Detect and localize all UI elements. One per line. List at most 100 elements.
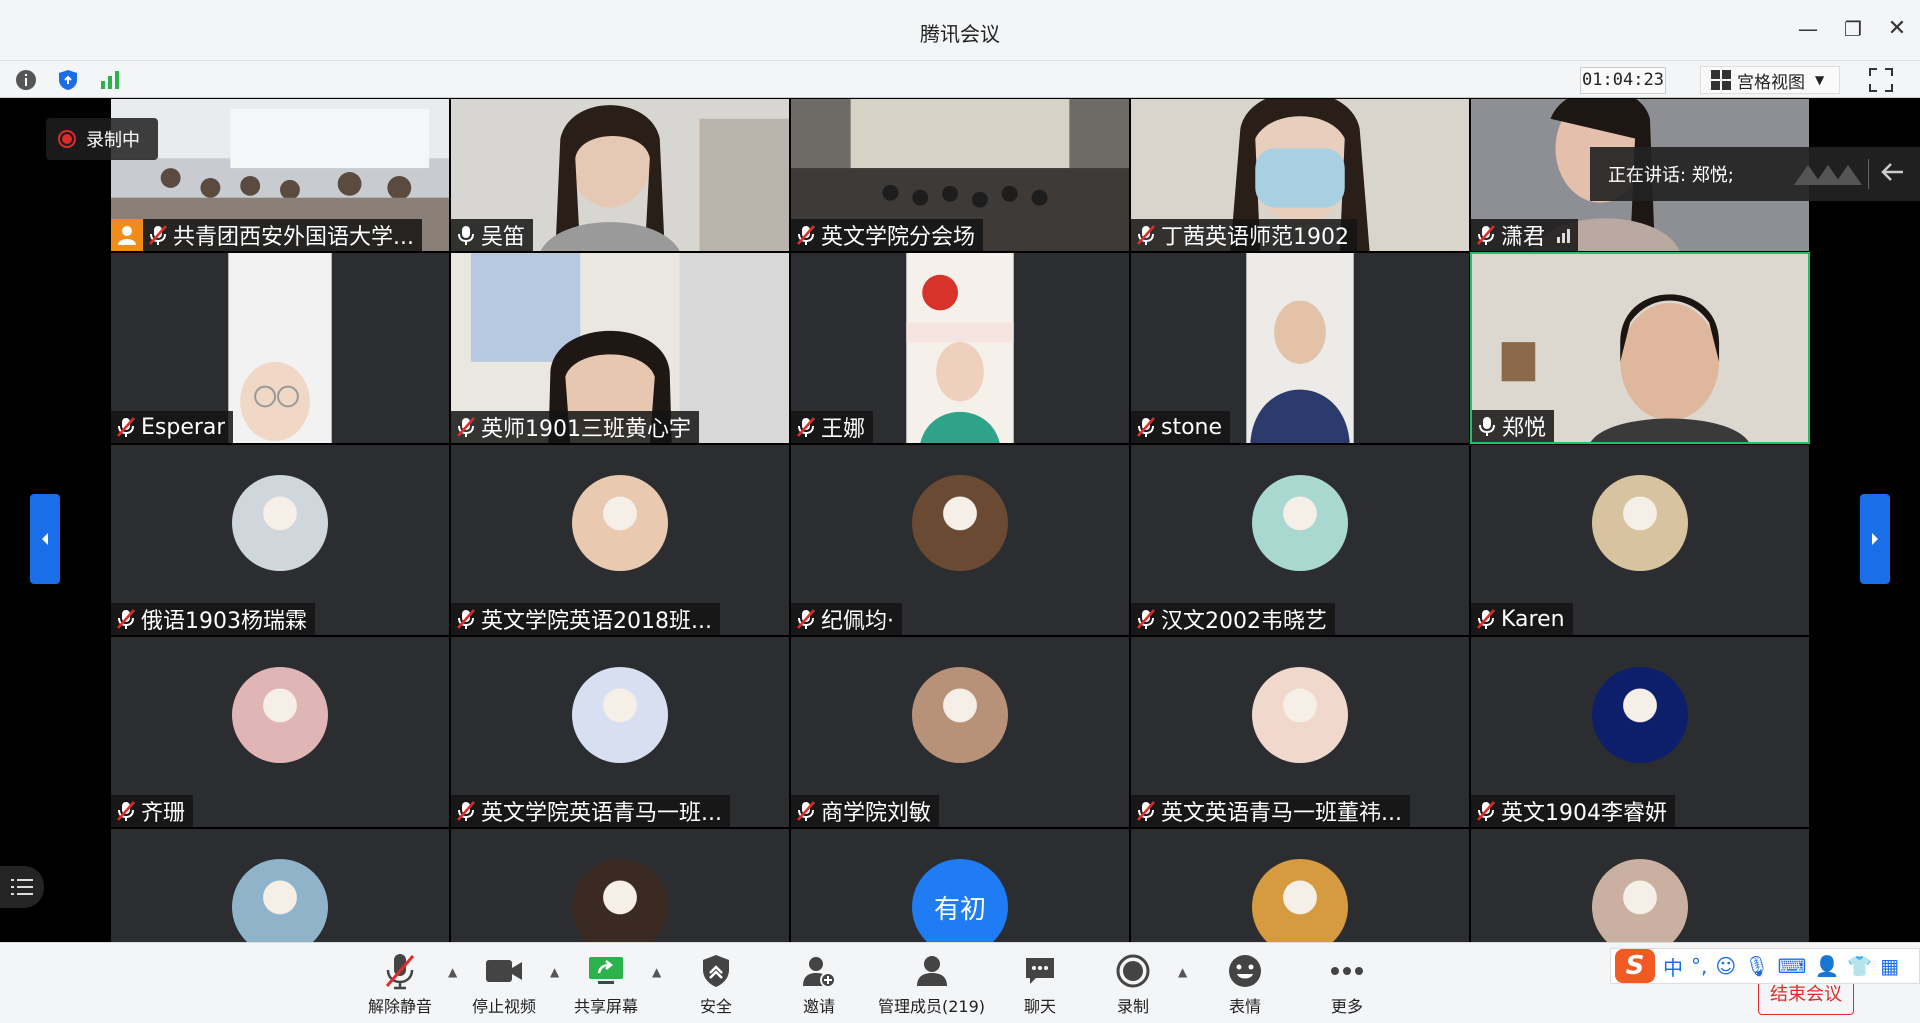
members-icon [915,951,949,991]
video-options-caret[interactable]: ▲ [550,965,559,979]
avatar [1252,667,1348,763]
view-mode-button[interactable]: 宫格视图 ▼ [1700,66,1840,94]
avatar [232,859,328,942]
participant-tile[interactable]: 英师1901三班黄心宇 [450,252,790,444]
participant-tile[interactable] [1130,828,1470,942]
chat-icon [1024,951,1056,991]
list-icon [11,879,33,895]
participant-name: 纪佩均· [821,609,894,634]
participant-name: 共青团西安外国语大学... [173,225,414,250]
avatar [232,475,328,571]
record-button[interactable]: 录制 [1116,951,1150,1017]
unmute-button[interactable]: 解除静音 [368,951,432,1017]
participant-tile[interactable]: 吴笛 [450,98,790,252]
mic-muted-icon [147,224,169,246]
participant-name-tag: Karen [1471,603,1573,635]
ime-toolbar[interactable]: S 中 °, ☺ 🎙 ⌨ 👤 👕 ▦ [1610,948,1920,984]
punctuation-icon[interactable]: °, [1691,954,1707,978]
participant-name-tag: 英文学院英语青马一班... [451,795,730,827]
avatar [1592,859,1688,942]
avatar: 有初 [912,859,1008,942]
participant-tile[interactable]: 俄语1903杨瑞霖 [110,444,450,636]
participant-tile[interactable]: 英文学院分会场 [790,98,1130,252]
mic-muted-icon [1475,800,1497,822]
ime-mode-label[interactable]: 中 [1663,952,1683,981]
participant-tile[interactable]: 纪佩均· [790,444,1130,636]
speaking-indicator: 正在讲话: 郑悦; [1590,147,1920,201]
next-page-button[interactable] [1860,494,1890,584]
security-button[interactable]: 安全 [700,951,732,1017]
participant-name-tag: stone [1131,411,1231,443]
participant-tile[interactable] [450,828,790,942]
participant-tile[interactable]: 齐珊 [110,636,450,828]
more-dots-icon [1330,951,1364,991]
speaker-thumbs-icon [1793,165,1862,185]
mic-muted-icon [1135,224,1157,246]
user-icon[interactable]: 👤 [1814,954,1839,978]
voice-icon[interactable]: 🎙 [1744,954,1769,978]
smile-icon [1228,951,1262,991]
stop-video-button[interactable]: 停止视频 [472,951,536,1017]
mic-muted-icon [115,416,137,438]
emoji-button[interactable]: 表情 [1228,951,1262,1017]
close-icon[interactable]: ✕ [1882,14,1912,44]
shield-icon[interactable] [56,68,80,92]
participant-tile[interactable]: 王娜 [790,252,1130,444]
fullscreen-icon[interactable] [1868,67,1896,95]
camera-icon [485,951,523,991]
participant-tile[interactable]: 有初 [790,828,1130,942]
mic-muted-icon [1135,800,1157,822]
participant-name: 英文学院英语青马一班... [481,801,722,826]
participant-tile[interactable]: 共青团西安外国语大学... [110,98,450,252]
keyboard-icon[interactable]: ⌨ [1778,954,1807,978]
participant-name-tag: 汉文2002韦晓艺 [1131,603,1335,635]
host-icon [111,219,143,251]
participant-tile[interactable]: 英文英语青马一班董祎... [1130,636,1470,828]
participant-tile[interactable]: 郑悦 [1470,252,1810,444]
participant-tile[interactable]: 英文1904李睿妍 [1470,636,1810,828]
avatar [1252,859,1348,942]
participant-tile[interactable]: Esperar [110,252,450,444]
share-options-caret[interactable]: ▲ [652,965,661,979]
participant-tile[interactable] [110,828,450,942]
invite-button[interactable]: 邀请 [802,951,836,1017]
skin-icon[interactable]: 👕 [1847,954,1872,978]
participant-tile[interactable]: 英文学院英语青马一班... [450,636,790,828]
chat-button[interactable]: 聊天 [1024,951,1056,1017]
audio-options-caret[interactable]: ▲ [448,965,457,979]
emoji-icon[interactable]: ☺ [1715,954,1736,978]
participant-name-tag: 英文学院英语2018班... [451,603,720,635]
participant-tile[interactable]: stone [1130,252,1470,444]
mic-muted-icon [795,224,817,246]
mic-muted-icon [455,800,477,822]
prev-page-button[interactable] [30,494,60,584]
record-options-caret[interactable]: ▲ [1178,965,1187,979]
signal-icon[interactable] [98,68,122,92]
view-mode-label: 宫格视图 [1737,72,1805,93]
minimize-icon[interactable]: — [1793,14,1823,44]
restore-icon[interactable]: ❐ [1838,14,1868,44]
participant-tile[interactable]: Karen [1470,444,1810,636]
participant-tile[interactable]: 丁茜英语师范1902 [1130,98,1470,252]
avatar [912,667,1008,763]
collapse-arrow-icon[interactable] [1881,162,1905,187]
speaking-label: 正在讲话: 郑悦; [1608,165,1734,186]
grid-view-icon [1711,70,1731,90]
add-user-icon [802,951,836,991]
participant-tile[interactable]: 汉文2002韦晓艺 [1130,444,1470,636]
recording-indicator[interactable]: 录制中 [46,118,158,160]
more-button[interactable]: 更多 [1330,951,1364,1017]
info-icon[interactable] [14,68,38,92]
member-list-toggle[interactable] [0,866,44,908]
share-screen-button[interactable]: 共享屏幕 [574,951,638,1017]
manage-members-button[interactable]: 管理成员(219) [878,951,985,1017]
participant-tile[interactable]: 商学院刘敏 [790,636,1130,828]
chevron-right-icon [1872,533,1878,545]
participant-tile[interactable]: 英文学院英语2018班... [450,444,790,636]
audio-level-icon [1557,227,1571,243]
toolbox-icon[interactable]: ▦ [1880,954,1899,978]
window-title: 腾讯会议 [920,22,1000,46]
participant-name: stone [1161,414,1223,440]
participant-tile[interactable] [1470,828,1810,942]
avatar [572,667,668,763]
